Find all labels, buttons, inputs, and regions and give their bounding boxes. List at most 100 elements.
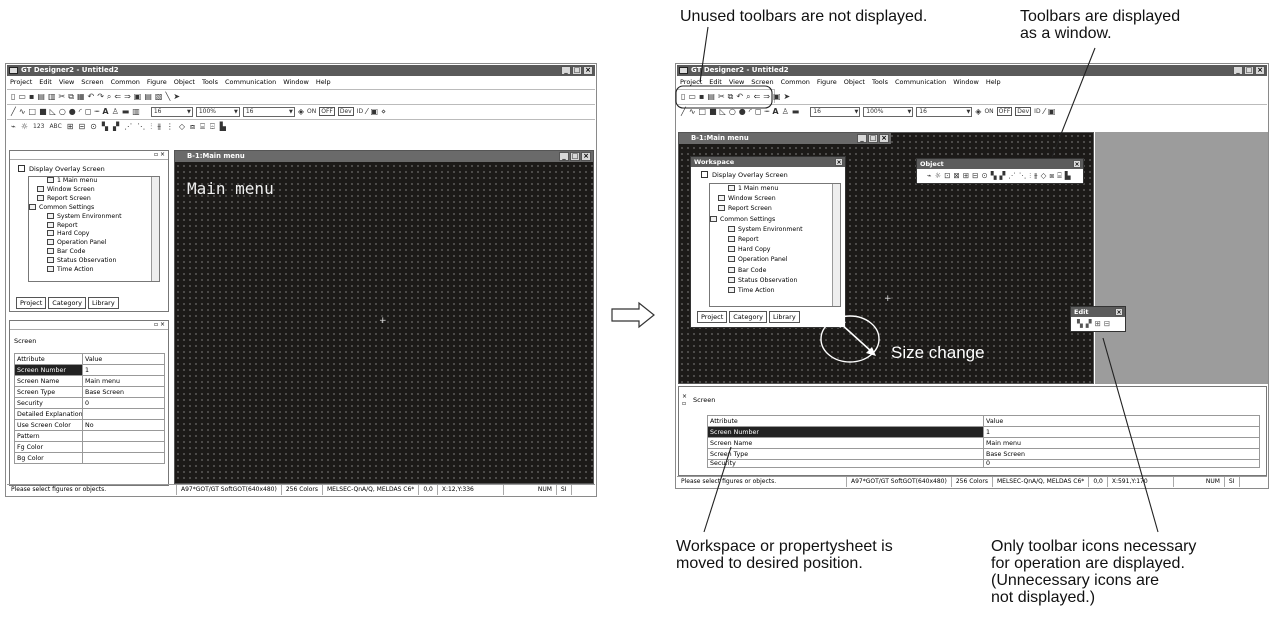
menu-edit[interactable]: Edit bbox=[709, 77, 722, 88]
menu-common[interactable]: Common bbox=[111, 77, 140, 88]
tree-item[interactable]: 1 Main menu bbox=[57, 177, 97, 184]
filled-rectangle-icon[interactable]: ■ bbox=[709, 107, 717, 116]
on-label[interactable]: ON bbox=[984, 108, 993, 115]
property-attr[interactable]: Security bbox=[14, 397, 83, 409]
property-value[interactable] bbox=[82, 408, 165, 420]
fill-color-icon[interactable]: ▣ bbox=[1048, 107, 1056, 116]
touch-icon[interactable]: ⌸ bbox=[1057, 169, 1062, 183]
recipe-icon[interactable]: ⌹ bbox=[210, 122, 215, 132]
cut-icon[interactable]: ✂ bbox=[59, 92, 66, 101]
tab-library[interactable]: Library bbox=[768, 311, 800, 323]
trend-icon[interactable]: ⋰ bbox=[124, 122, 132, 131]
circle-icon[interactable]: ○ bbox=[729, 107, 736, 116]
print-icon[interactable]: ▤ bbox=[707, 92, 715, 101]
numeric-display-icon[interactable]: ⊡ bbox=[944, 169, 950, 183]
new-icon[interactable]: ▯ bbox=[11, 92, 15, 101]
off-label[interactable]: OFF bbox=[319, 107, 335, 116]
text-icon[interactable]: A bbox=[102, 107, 108, 116]
workspace-window-titlebar[interactable]: Workspace × bbox=[691, 157, 845, 167]
paint-icon[interactable]: ♙ bbox=[112, 107, 119, 116]
arc-icon[interactable]: ◜ bbox=[749, 107, 752, 116]
tree-item[interactable]: System Environment bbox=[57, 213, 122, 220]
line-color-icon[interactable]: ⁄ bbox=[1044, 107, 1045, 116]
tree-item[interactable]: Report bbox=[738, 236, 759, 243]
property-attr[interactable]: Screen Number bbox=[14, 364, 83, 376]
property-value[interactable]: 0 bbox=[983, 459, 1260, 468]
property-attr[interactable]: Screen Number bbox=[707, 426, 984, 438]
bar-graph-icon[interactable]: ⫶ bbox=[150, 122, 152, 132]
project-tree[interactable]: 1 Main menu Window Screen Report Screen … bbox=[28, 176, 160, 282]
zoom-select[interactable]: 100% bbox=[863, 106, 914, 117]
tree-item[interactable]: Status Observation bbox=[57, 257, 116, 264]
scale-icon[interactable]: ┉ bbox=[95, 107, 100, 116]
select-icon[interactable]: ➤ bbox=[784, 92, 791, 101]
off-label[interactable]: OFF bbox=[996, 107, 1013, 116]
tree-item[interactable]: Time Action bbox=[57, 266, 94, 273]
property-attr[interactable]: Screen Name bbox=[14, 375, 83, 387]
grid-select[interactable]: 16 bbox=[916, 106, 973, 117]
tree-item[interactable]: Common Settings bbox=[39, 204, 94, 211]
dev-label[interactable]: Dev bbox=[337, 107, 354, 116]
menu-window[interactable]: Window bbox=[283, 77, 309, 88]
tree-item[interactable]: Hard Copy bbox=[738, 246, 770, 253]
property-panel-controls[interactable]: ▫ × bbox=[10, 321, 168, 330]
print-preview-icon[interactable]: ▥ bbox=[48, 92, 56, 101]
fill-icon[interactable]: ◈ bbox=[975, 107, 981, 116]
slider-icon[interactable]: ⧈ bbox=[190, 122, 195, 132]
tree-scrollbar[interactable] bbox=[151, 177, 159, 281]
menu-help[interactable]: Help bbox=[986, 77, 1001, 88]
font-size-select[interactable]: 16 bbox=[810, 106, 861, 117]
project-tree[interactable]: 1 Main menu Window Screen Report Screen … bbox=[709, 183, 841, 307]
menu-view[interactable]: View bbox=[59, 77, 74, 88]
id-label[interactable]: ID bbox=[357, 108, 363, 115]
menu-screen[interactable]: Screen bbox=[751, 77, 773, 88]
property-attr[interactable]: Use Screen Color bbox=[14, 419, 83, 431]
comment-icon[interactable]: ⊟ bbox=[78, 122, 85, 131]
prev-screen-icon[interactable]: ⇐ bbox=[754, 92, 761, 101]
font-size-select[interactable]: 16 bbox=[150, 106, 193, 117]
tree-item[interactable]: Bar Code bbox=[57, 248, 85, 255]
ascii-display-icon[interactable]: ⊠ bbox=[954, 169, 960, 183]
alarm-icon[interactable]: ⊙ bbox=[90, 122, 97, 131]
menu-window[interactable]: Window bbox=[953, 77, 979, 88]
lamp-icon[interactable]: ☼ bbox=[935, 169, 942, 183]
filled-circle-icon[interactable]: ● bbox=[69, 107, 76, 116]
menu-edit[interactable]: Edit bbox=[39, 77, 52, 88]
polyline-icon[interactable]: ∿ bbox=[689, 107, 696, 116]
zoom-icon[interactable]: ⌕ bbox=[107, 92, 111, 102]
polygon-icon[interactable]: ◺ bbox=[720, 107, 726, 116]
menu-tools[interactable]: Tools bbox=[872, 77, 888, 88]
line-graph-icon[interactable]: ⋱ bbox=[137, 122, 145, 131]
tree-item[interactable]: Hard Copy bbox=[57, 230, 89, 237]
maximize-button[interactable]: □ bbox=[1244, 66, 1254, 75]
workspace-floating-window[interactable]: Workspace × Display Overlay Screen 1 Main… bbox=[690, 156, 846, 328]
polyline-icon[interactable]: ∿ bbox=[19, 107, 26, 116]
menu-figure[interactable]: Figure bbox=[147, 77, 167, 88]
bitmap-icon[interactable]: ▥ bbox=[132, 107, 140, 116]
property-attr[interactable]: Fg Color bbox=[14, 441, 83, 453]
menu-object[interactable]: Object bbox=[844, 77, 865, 88]
menu-help[interactable]: Help bbox=[316, 77, 331, 88]
numeric-display-icon[interactable]: 123 bbox=[33, 123, 44, 130]
property-value[interactable]: Base Screen bbox=[983, 448, 1260, 460]
property-panel-controls[interactable]: × ▫ bbox=[682, 393, 687, 407]
dev-label[interactable]: Dev bbox=[1015, 107, 1032, 116]
line-icon[interactable]: ╱ bbox=[681, 107, 686, 116]
paste-icon[interactable]: ▦ bbox=[77, 92, 85, 101]
image-icon[interactable]: ▬ bbox=[122, 107, 130, 116]
circle-icon[interactable]: ○ bbox=[59, 107, 66, 116]
switch-icon[interactable]: ⌁ bbox=[927, 169, 932, 183]
level-icon[interactable]: ▞ bbox=[1000, 169, 1006, 183]
property-value[interactable] bbox=[82, 452, 165, 464]
edit-toolbar-window[interactable]: Edit × ▚ ▞ ⊞ ⊟ bbox=[1070, 306, 1126, 332]
menu-common[interactable]: Common bbox=[781, 77, 810, 88]
clock-icon[interactable]: ⊞ bbox=[67, 122, 74, 131]
fill-icon[interactable]: ◈ bbox=[298, 107, 304, 116]
property-value[interactable]: 1 bbox=[82, 364, 165, 376]
trend-icon[interactable]: ⋰ bbox=[1008, 169, 1016, 183]
canvas-close-button[interactable]: × bbox=[581, 152, 591, 161]
property-value[interactable]: No bbox=[82, 419, 165, 431]
parts-icon[interactable]: ▚ bbox=[991, 169, 997, 183]
minimize-button[interactable]: _ bbox=[1233, 66, 1243, 75]
text-color-icon[interactable]: ⋄ bbox=[381, 107, 386, 116]
